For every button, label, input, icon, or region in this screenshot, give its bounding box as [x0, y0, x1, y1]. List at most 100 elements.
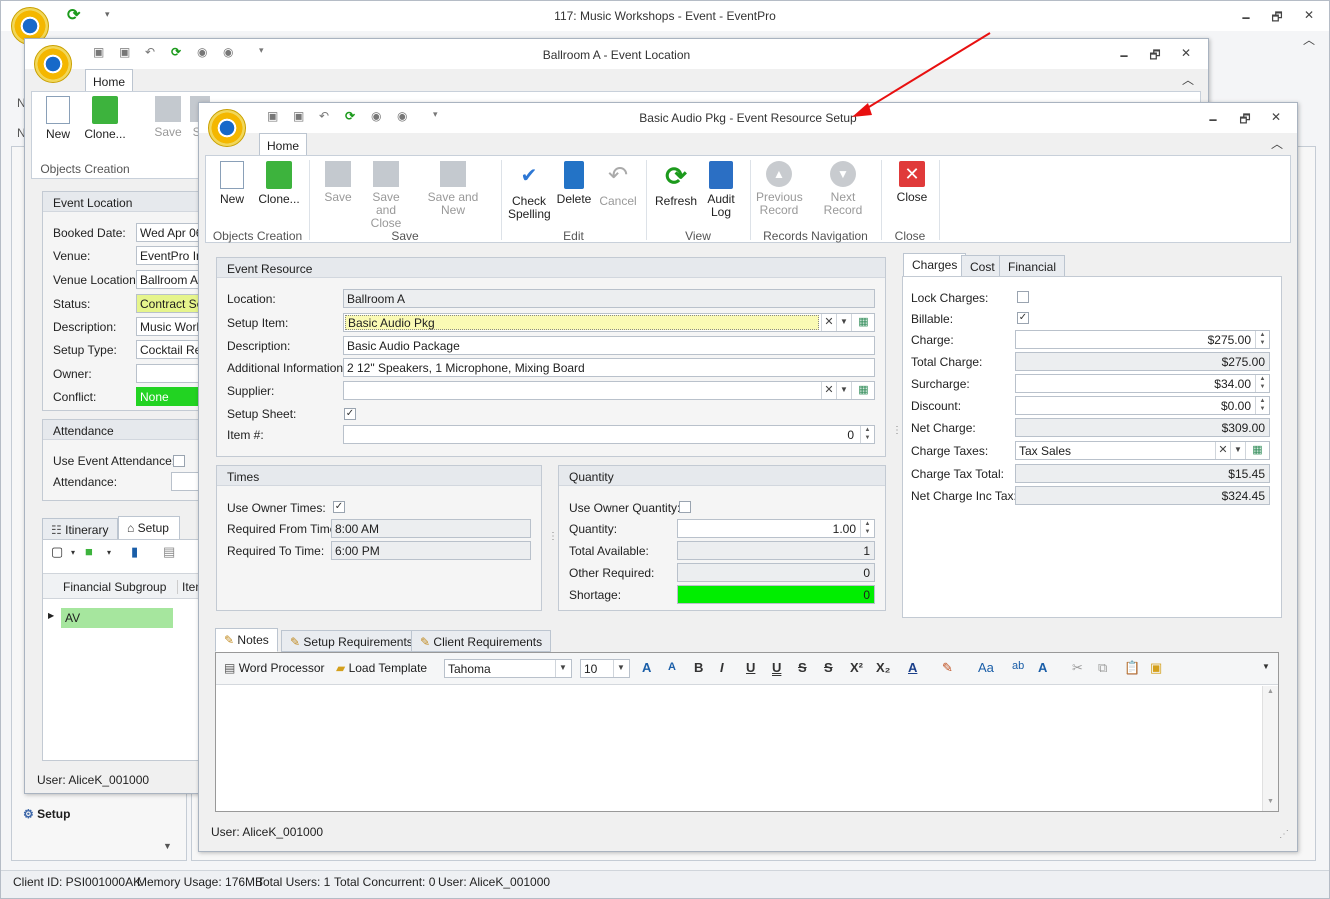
- spin-icon[interactable]: ▲ ▼: [1255, 375, 1269, 392]
- size-select[interactable]: 10 ▼: [580, 659, 630, 678]
- restore-icon[interactable]: 🗗: [1148, 46, 1162, 67]
- discount-field[interactable]: $0.00 ▲ ▼: [1015, 396, 1270, 415]
- item-no-value[interactable]: 0: [847, 428, 854, 442]
- charge-value[interactable]: $275.00: [1208, 333, 1251, 347]
- tab-client-requirements[interactable]: ✎ Client Requirements: [411, 630, 552, 652]
- nav-setup-item[interactable]: ⚙ Setup: [23, 807, 70, 821]
- clear-format-icon[interactable]: ab: [1012, 660, 1024, 672]
- tab-cost[interactable]: Cost: [961, 255, 1004, 277]
- restore-icon[interactable]: 🗗: [1238, 110, 1252, 131]
- double-strikethrough-icon[interactable]: S: [824, 660, 833, 675]
- refresh-button[interactable]: ⟳ Refresh: [654, 161, 698, 208]
- font-dialog-icon[interactable]: A: [1038, 660, 1047, 675]
- close-icon[interactable]: ✕: [1269, 110, 1283, 124]
- surcharge-value[interactable]: $34.00: [1214, 377, 1251, 391]
- font-color-icon[interactable]: A: [908, 660, 917, 675]
- strikethrough-icon[interactable]: S: [798, 660, 807, 675]
- clone-button[interactable]: Clone...: [256, 161, 302, 206]
- ribbon-collapse-icon[interactable]: ︿: [1181, 71, 1195, 88]
- shrink-font-icon[interactable]: A: [668, 661, 676, 673]
- dropdown-icon[interactable]: ▾: [71, 548, 75, 557]
- save-close-button[interactable]: Save and Close: [362, 161, 410, 230]
- setup-item-field[interactable]: Basic Audio Pkg ✕ ▼ ▦: [343, 313, 875, 332]
- use-event-attendance-checkbox[interactable]: [173, 455, 185, 467]
- new-icon[interactable]: ▢: [51, 544, 63, 560]
- quantity-field[interactable]: 1.00 ▲ ▼: [677, 519, 875, 538]
- description-field[interactable]: Basic Audio Package: [343, 336, 875, 355]
- additional-info-field[interactable]: 2 12" Speakers, 1 Microphone, Mixing Boa…: [343, 358, 875, 377]
- tab-financial[interactable]: Financial: [999, 255, 1066, 277]
- dropdown-icon[interactable]: ▼: [555, 660, 570, 677]
- use-owner-times-checkbox[interactable]: ✓: [333, 501, 345, 513]
- lookup-icon[interactable]: ▦: [851, 382, 874, 399]
- italic-icon[interactable]: I: [720, 660, 724, 675]
- clear-icon[interactable]: ✕: [821, 382, 836, 399]
- tab-home[interactable]: Home: [85, 69, 133, 91]
- clear-icon[interactable]: ✕: [1215, 442, 1230, 459]
- setup-sheet-checkbox[interactable]: ✓: [344, 408, 356, 420]
- spin-icon[interactable]: ▲ ▼: [1255, 331, 1269, 348]
- dropdown-icon[interactable]: ▼: [613, 660, 628, 677]
- minimize-icon[interactable]: 🗕: [1206, 110, 1220, 131]
- lock-charges-checkbox[interactable]: [1017, 291, 1029, 303]
- col-financial-subgroup[interactable]: Financial Subgroup: [63, 580, 166, 594]
- add-icon[interactable]: ■: [85, 544, 93, 559]
- tab-itinerary[interactable]: ☷ Itinerary: [42, 518, 118, 540]
- word-processor-button[interactable]: ▤ Word Processor: [224, 661, 325, 675]
- save-new-button[interactable]: Save and New: [416, 161, 490, 217]
- previous-record-button[interactable]: ▲ Previous Record: [756, 161, 803, 217]
- spin-icon[interactable]: ▲ ▼: [1255, 397, 1269, 414]
- surcharge-field[interactable]: $34.00 ▲ ▼: [1015, 374, 1270, 393]
- close-icon[interactable]: ✕: [1179, 46, 1193, 60]
- size-value[interactable]: 10: [584, 662, 597, 676]
- next-record-button[interactable]: ▼ Next Record: [810, 161, 876, 217]
- lookup-icon[interactable]: ▦: [851, 314, 874, 331]
- spin-icon[interactable]: ▲ ▼: [860, 426, 874, 443]
- scroll-down-icon[interactable]: ▼: [1267, 798, 1274, 805]
- save-button[interactable]: Save: [318, 161, 358, 204]
- font-value[interactable]: Tahoma: [448, 662, 491, 676]
- toolbar-more-icon[interactable]: ▼: [1262, 662, 1270, 671]
- superscript-icon[interactable]: X²: [850, 660, 863, 675]
- quantity-value[interactable]: 1.00: [833, 522, 856, 536]
- subscript-icon[interactable]: X₂: [876, 660, 890, 675]
- dropdown-icon[interactable]: ▼: [1230, 442, 1245, 459]
- clone-button[interactable]: Clone...: [82, 96, 128, 141]
- tab-setup-requirements[interactable]: ✎ Setup Requirements: [281, 630, 422, 652]
- change-case-icon[interactable]: Aa: [978, 660, 994, 675]
- restore-icon[interactable]: 🗗: [1270, 8, 1284, 29]
- audit-log-button[interactable]: Audit Log: [704, 161, 738, 219]
- close-button[interactable]: ✕ Close: [890, 161, 934, 204]
- discount-value[interactable]: $0.00: [1221, 399, 1251, 413]
- editor-scrollbar[interactable]: ▲ ▼: [1262, 686, 1278, 811]
- splitter-handle[interactable]: ⋮: [892, 425, 902, 436]
- splitter-handle[interactable]: ⋮: [548, 531, 558, 542]
- use-owner-quantity-checkbox[interactable]: [679, 501, 691, 513]
- new-button[interactable]: New: [38, 96, 78, 141]
- spin-icon[interactable]: ▲ ▼: [860, 520, 874, 537]
- dropdown-icon[interactable]: ▼: [836, 314, 851, 331]
- setup-item-value[interactable]: Basic Audio Pkg: [345, 315, 819, 330]
- charge-field[interactable]: $275.00 ▲ ▼: [1015, 330, 1270, 349]
- scroll-up-icon[interactable]: ▲: [1267, 688, 1274, 695]
- cut-icon[interactable]: ✂: [1072, 660, 1083, 676]
- supplier-field[interactable]: ✕ ▼ ▦: [343, 381, 875, 400]
- lookup-icon[interactable]: ▦: [1245, 442, 1269, 459]
- tab-charges[interactable]: Charges: [903, 253, 967, 277]
- tab-home[interactable]: Home: [259, 133, 307, 155]
- new-button[interactable]: New: [212, 161, 252, 206]
- charge-taxes-field[interactable]: Tax Sales ✕ ▼ ▦: [1015, 441, 1270, 460]
- bold-icon[interactable]: B: [694, 660, 703, 675]
- table-row[interactable]: ▶ AV: [43, 608, 216, 628]
- clear-icon[interactable]: ✕: [821, 314, 836, 331]
- tab-notes[interactable]: ✎ Notes: [215, 628, 278, 652]
- ribbon-collapse-icon[interactable]: ︿: [1302, 31, 1316, 48]
- dropdown-icon[interactable]: ▼: [836, 382, 851, 399]
- paste-icon[interactable]: 📋: [1124, 660, 1140, 676]
- double-underline-icon[interactable]: U: [772, 660, 781, 675]
- tab-setup[interactable]: ⌂ Setup: [118, 516, 180, 540]
- load-template-button[interactable]: ▰ Load Template: [336, 661, 427, 675]
- charge-taxes-value[interactable]: Tax Sales: [1019, 444, 1071, 458]
- save-button[interactable]: Save: [150, 96, 186, 139]
- cancel-button[interactable]: ↶ Cancel: [598, 161, 638, 208]
